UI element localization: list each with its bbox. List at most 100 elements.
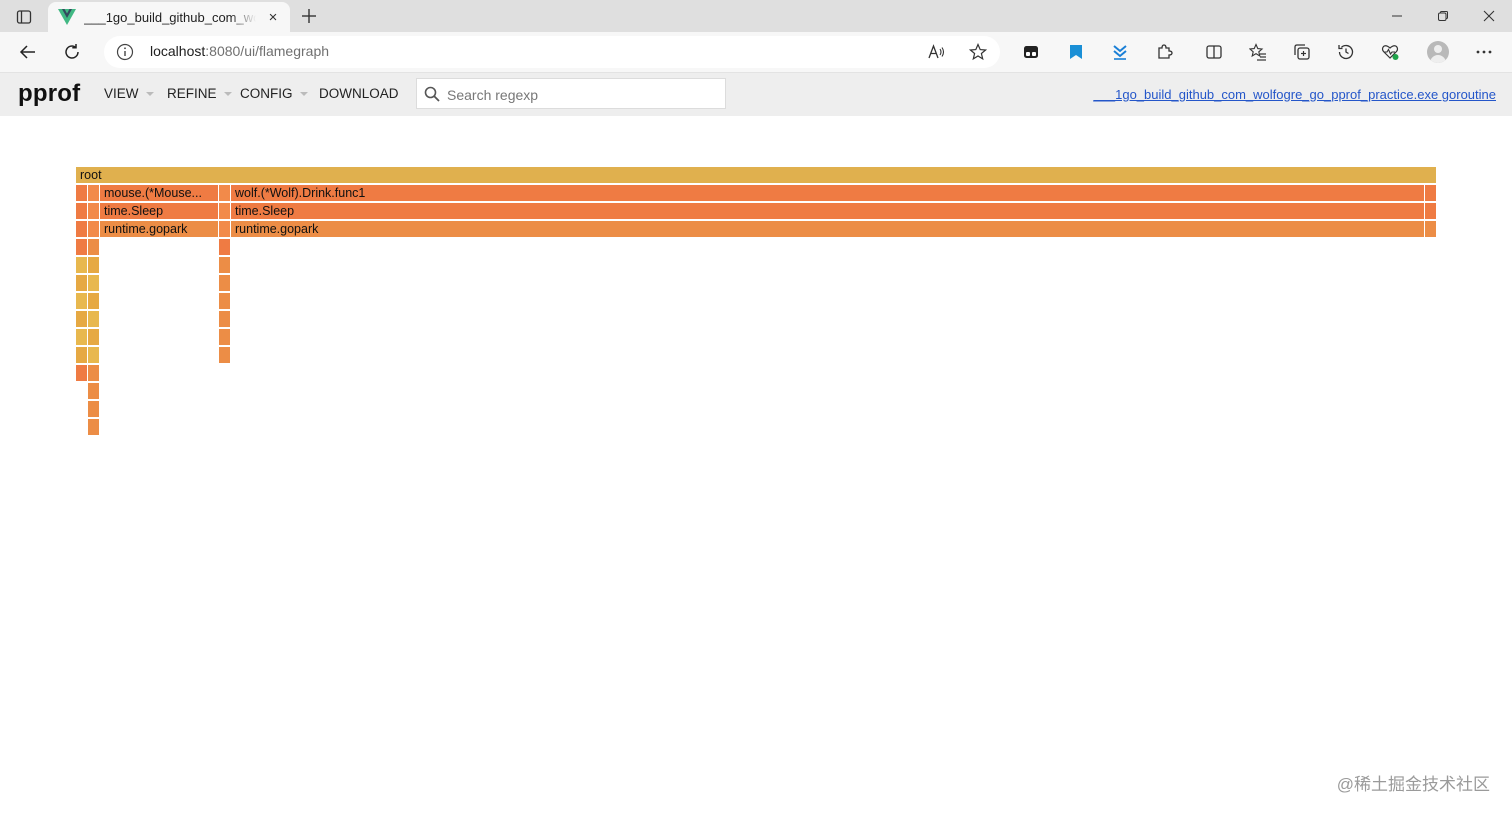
flame-frame[interactable]	[88, 383, 100, 400]
flame-frame[interactable]	[76, 203, 88, 220]
settings-more-button[interactable]	[1468, 36, 1500, 68]
flame-frame[interactable]	[219, 311, 231, 328]
menu-view[interactable]: VIEW	[104, 86, 154, 101]
history-clock-icon	[1338, 44, 1354, 60]
flame-frame[interactable]	[1425, 185, 1437, 202]
flame-frame-mouse-gopark[interactable]: runtime.gopark	[100, 221, 219, 238]
flame-frame[interactable]	[219, 221, 231, 238]
flame-frame[interactable]	[219, 257, 231, 274]
flame-frame[interactable]	[219, 185, 231, 202]
flame-frame[interactable]	[1425, 221, 1437, 238]
caret-down-icon	[145, 91, 154, 96]
flame-frame[interactable]	[76, 347, 88, 364]
flame-frame[interactable]	[76, 311, 88, 328]
browser-tab-active[interactable]: ___1go_build_github_com_wolfogre_go_ppro…	[48, 2, 290, 32]
tab-close-icon[interactable]: ×	[264, 8, 282, 26]
menu-refine-label: REFINE	[167, 86, 217, 101]
split-screen-button[interactable]	[1198, 36, 1230, 68]
minimize-button[interactable]	[1374, 0, 1420, 32]
extension-download-button[interactable]	[1104, 36, 1136, 68]
vue-favicon-icon	[58, 8, 76, 26]
refresh-icon	[65, 44, 79, 59]
flame-frame[interactable]	[88, 239, 100, 256]
url-path: :8080/ui/flamegraph	[205, 43, 330, 59]
menu-view-label: VIEW	[104, 86, 139, 101]
avatar	[1427, 41, 1449, 63]
flame-frame[interactable]	[88, 419, 100, 436]
site-info-icon[interactable]	[116, 43, 134, 61]
split-screen-icon	[1206, 45, 1222, 59]
menu-refine[interactable]: REFINE	[167, 86, 232, 101]
flame-frame[interactable]	[76, 257, 88, 274]
url-text[interactable]: localhost:8080/ui/flamegraph	[150, 43, 329, 59]
more-dots-icon	[1476, 50, 1492, 54]
tab-actions-icon	[16, 10, 32, 24]
flame-frame[interactable]	[88, 221, 100, 238]
restore-button[interactable]	[1420, 0, 1466, 32]
new-tab-button[interactable]	[298, 5, 320, 27]
flame-frame[interactable]	[88, 347, 100, 364]
flame-frame-root[interactable]: root	[76, 167, 1437, 184]
caret-down-icon	[223, 91, 232, 96]
flame-frame[interactable]	[219, 329, 231, 346]
history-button[interactable]	[1330, 36, 1362, 68]
refresh-button[interactable]	[56, 36, 88, 68]
profile-name-link[interactable]: ___1go_build_github_com_wolfogre_go_ppro…	[1093, 87, 1496, 102]
back-button[interactable]	[12, 36, 44, 68]
profile-button[interactable]	[1422, 36, 1454, 68]
browser-tab-strip: ___1go_build_github_com_wolfogre_go_ppro…	[0, 0, 1512, 32]
flame-frame[interactable]	[219, 203, 231, 220]
favorites-button[interactable]	[1242, 36, 1274, 68]
close-window-button[interactable]	[1466, 0, 1512, 32]
flame-frame-wolf-gopark[interactable]: runtime.gopark	[231, 221, 1425, 238]
tab-title: ___1go_build_github_com_wolfogre_go_ppro…	[84, 9, 256, 25]
flame-frame[interactable]	[76, 293, 88, 310]
read-aloud-icon[interactable]	[926, 42, 946, 62]
minimize-icon	[1392, 15, 1402, 17]
menu-download[interactable]: DOWNLOAD	[319, 86, 399, 101]
flame-frame[interactable]	[88, 365, 100, 382]
collections-button[interactable]	[1286, 36, 1318, 68]
flame-frame[interactable]	[76, 185, 88, 202]
flame-frame-mouse-sleep[interactable]: time.Sleep	[100, 203, 219, 220]
caret-down-icon	[299, 91, 308, 96]
pprof-header: pprof VIEW REFINE CONFIG DOWNLOAD ___1go…	[0, 73, 1512, 116]
flame-frame[interactable]	[76, 275, 88, 292]
address-bar[interactable]: localhost:8080/ui/flamegraph	[104, 36, 1000, 68]
flame-frame[interactable]	[76, 239, 88, 256]
extension-bookmark-button[interactable]	[1060, 36, 1092, 68]
flame-frame[interactable]	[76, 329, 88, 346]
favorites-list-icon	[1249, 43, 1266, 61]
flame-frame-wolf-drink[interactable]: wolf.(*Wolf).Drink.func1	[231, 185, 1425, 202]
flame-frame-mouse[interactable]: mouse.(*Mouse...	[100, 185, 219, 202]
flame-frame[interactable]	[88, 311, 100, 328]
back-arrow-icon	[19, 45, 35, 59]
extension-tools-button[interactable]	[1015, 36, 1047, 68]
flame-frame[interactable]	[219, 239, 231, 256]
flame-frame-wolf-sleep[interactable]: time.Sleep	[231, 203, 1425, 220]
favorite-star-icon[interactable]	[968, 42, 988, 62]
bookmark-extension-icon	[1070, 45, 1082, 59]
pprof-logo[interactable]: pprof	[18, 80, 80, 108]
flame-frame[interactable]	[88, 293, 100, 310]
flame-frame[interactable]	[219, 347, 231, 364]
flame-frame[interactable]	[88, 275, 100, 292]
collections-icon	[1294, 44, 1310, 60]
flame-frame[interactable]	[88, 185, 100, 202]
flame-frame[interactable]	[88, 401, 100, 418]
flame-frame[interactable]	[88, 257, 100, 274]
flame-frame[interactable]	[1425, 203, 1437, 220]
flame-frame[interactable]	[88, 329, 100, 346]
flame-frame[interactable]	[219, 275, 231, 292]
menu-config[interactable]: CONFIG	[240, 86, 308, 101]
extensions-button[interactable]	[1148, 36, 1180, 68]
performance-button[interactable]	[1374, 36, 1406, 68]
menu-config-label: CONFIG	[240, 86, 293, 101]
tab-actions-button[interactable]	[10, 6, 38, 28]
flamegraph: root mouse.(*Mouse... wolf.(*Wolf).Drink…	[0, 116, 1512, 815]
search-input[interactable]	[445, 83, 719, 107]
flame-frame[interactable]	[219, 293, 231, 310]
flame-frame[interactable]	[76, 221, 88, 238]
flame-frame[interactable]	[88, 203, 100, 220]
flame-frame[interactable]	[76, 365, 88, 382]
